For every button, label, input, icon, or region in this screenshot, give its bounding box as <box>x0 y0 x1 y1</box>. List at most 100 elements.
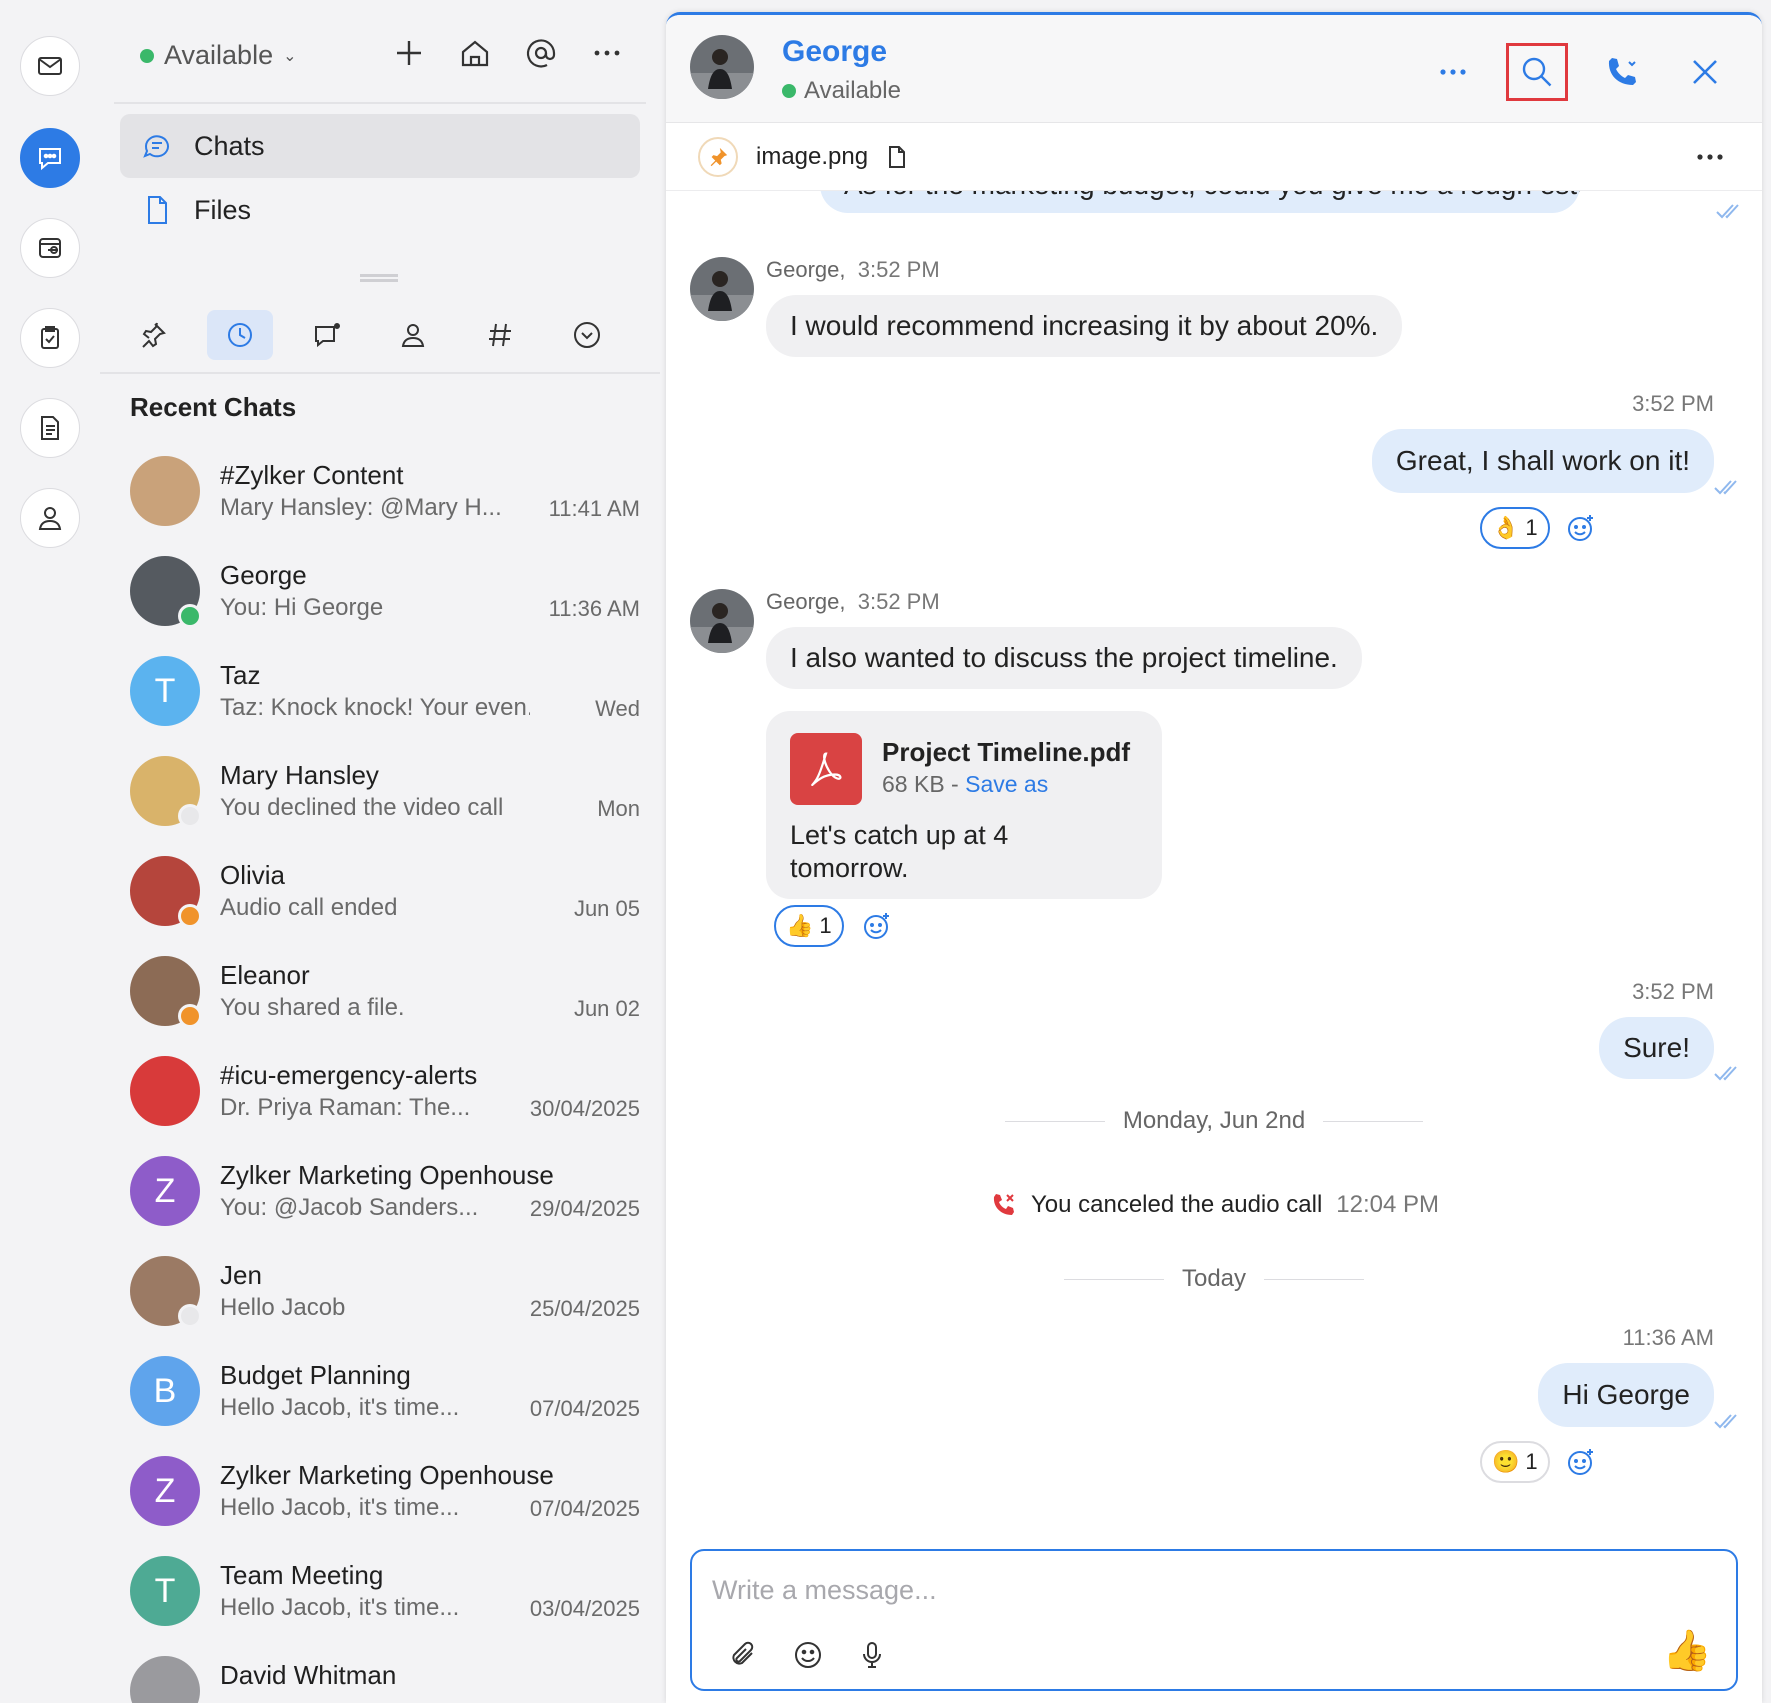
message-text: Great, I shall work on it! <box>1395 445 1690 476</box>
avatar <box>130 456 200 526</box>
presence-label: Available <box>164 40 274 70</box>
emoji-icon[interactable] <box>790 1637 826 1673</box>
message-sender: George, <box>766 589 846 614</box>
avatar: Z <box>130 1156 200 1226</box>
file-attachment[interactable]: Project Timeline.pdf 68 KB - Save as Let… <box>766 711 1162 899</box>
pinned-more-icon[interactable] <box>1690 139 1730 175</box>
read-receipt-icon <box>1714 480 1737 495</box>
mail-icon[interactable] <box>20 36 80 96</box>
message-meta: George, 3:52 PM <box>766 589 940 615</box>
chat-list-item[interactable]: George You: Hi George 11:36 AM <box>130 552 640 652</box>
pinned-bar[interactable]: image.png <box>666 123 1762 191</box>
presence-selector[interactable]: Available ⌄ <box>140 40 297 71</box>
chat-list-item[interactable]: #icu-emergency-alerts Dr. Priya Raman: Th… <box>130 1052 640 1152</box>
home-icon[interactable] <box>456 34 494 72</box>
chat-list-item[interactable]: David Whitman <box>130 1652 640 1703</box>
chat-name: Jen <box>220 1260 262 1290</box>
chat-name: Mary Hansley <box>220 760 379 790</box>
call-event-text: You canceled the audio call <box>1030 1191 1323 1218</box>
chat-time: 07/04/2025 <box>529 1396 640 1421</box>
reaction-chip[interactable]: 👌 1 <box>1480 507 1550 549</box>
reaction-chip[interactable]: 👍 1 <box>774 905 844 947</box>
chat-list-item[interactable]: Eleanor You shared a file. Jun 02 <box>130 952 640 1052</box>
attachment-icon[interactable] <box>726 1637 762 1673</box>
chat-name: Eleanor <box>220 960 310 990</box>
filter-recent[interactable] <box>206 310 274 360</box>
file-separator: - <box>944 771 966 797</box>
chat-preview: Mary Hansley: @Mary H... <box>220 494 502 521</box>
message-text: I would recommend increasing it by about… <box>790 310 1379 341</box>
reaction-chip[interactable]: 🙂 1 <box>1480 1441 1550 1483</box>
more-icon[interactable] <box>588 34 626 72</box>
thread-icon <box>314 323 340 348</box>
avatar[interactable] <box>690 35 754 99</box>
tasks-icon[interactable] <box>20 308 80 368</box>
chat-list-item[interactable]: Jen Hello Jacob 25/04/2025 <box>130 1252 640 1352</box>
chat-time: 11:41 AM <box>548 496 640 521</box>
reaction-emoji: 👍 <box>786 913 814 938</box>
chat-contact-name[interactable]: George <box>782 35 887 69</box>
reaction-emoji: 👌 <box>1492 515 1520 540</box>
chat-list-item[interactable]: #Zylker Content Mary Hansley: @Mary H... 1… <box>130 452 640 552</box>
add-reaction-icon[interactable] <box>1566 1447 1596 1477</box>
save-as-link[interactable]: Save as <box>965 771 1048 797</box>
more-options-icon[interactable] <box>1422 43 1484 101</box>
avatar: T <box>130 1556 200 1626</box>
nav-chats[interactable]: Chats <box>120 114 640 178</box>
filter-contacts[interactable] <box>380 310 447 360</box>
chat-preview: You: @Jacob Sanders... <box>220 1194 479 1221</box>
chat-list: #Zylker Content Mary Hansley: @Mary H... 1… <box>130 452 640 1703</box>
divider <box>114 102 646 104</box>
add-icon[interactable] <box>390 34 428 72</box>
add-reaction-icon[interactable] <box>862 911 892 941</box>
chat-preview: You declined the video call <box>220 794 504 821</box>
chat-time: Wed <box>595 696 640 721</box>
filter-threads[interactable] <box>293 310 360 360</box>
contacts-icon[interactable] <box>20 488 80 548</box>
chat-time: 07/04/2025 <box>529 1496 640 1521</box>
chat-name: Team Meeting <box>220 1560 384 1590</box>
close-icon[interactable] <box>1674 43 1736 101</box>
read-receipt-icon <box>1714 1066 1737 1081</box>
chat-name: #icu-emergency-alerts <box>220 1060 478 1090</box>
filter-channels[interactable] <box>467 310 534 360</box>
message-bubble: I also wanted to discuss the project tim… <box>766 627 1362 689</box>
avatar <box>690 257 754 321</box>
inbox-icon[interactable] <box>20 218 80 278</box>
missed-call-icon <box>993 1194 1014 1215</box>
message-time: 3:52 PM <box>1632 979 1714 1004</box>
chat-list-item[interactable]: Z Zylker Marketing Openhouse You: @Jacob S… <box>130 1152 640 1252</box>
resize-handle[interactable] <box>360 274 398 282</box>
filter-pinned[interactable] <box>120 310 187 360</box>
add-reaction-icon[interactable] <box>1566 513 1596 543</box>
chat-icon[interactable] <box>20 128 80 188</box>
chat-list-item[interactable]: Z Zylker Marketing Openhouse Hello Jacob, … <box>130 1452 640 1552</box>
message-input[interactable] <box>712 1567 1672 1613</box>
phone-icon[interactable] <box>1590 43 1652 101</box>
chat-list-item[interactable]: T Team Meeting Hello Jacob, it's time... 03… <box>130 1552 640 1652</box>
avatar: T <box>130 656 200 726</box>
chat-list-item[interactable]: Olivia Audio call ended Jun 05 <box>130 852 640 952</box>
file-icon <box>148 196 167 224</box>
reaction-count: 1 <box>819 913 832 938</box>
search-icon[interactable] <box>1506 43 1568 101</box>
chevron-circle-icon <box>573 322 600 348</box>
notes-icon[interactable] <box>20 398 80 458</box>
chat-list-item[interactable]: B Budget Planning Hello Jacob, it's time..… <box>130 1352 640 1452</box>
file-name: Project Timeline.pdf <box>882 737 1131 767</box>
filter-more[interactable] <box>553 310 620 360</box>
thumbs-up-send-icon[interactable]: 👍 <box>1662 1627 1712 1674</box>
chat-list-item[interactable]: Mary Hansley You declined the video call M… <box>130 752 640 852</box>
microphone-icon[interactable] <box>854 1637 890 1673</box>
chat-name: Zylker Marketing Openhouse <box>220 1460 554 1490</box>
message-text: Hi George <box>1562 1379 1690 1410</box>
file-caption: Let's catch up at 4 tomorrow. <box>790 820 1009 883</box>
file-meta: 68 KB - Save as <box>882 771 1048 798</box>
chat-list-item[interactable]: T Taz Taz: Knock knock! Your even... Wed <box>130 652 640 752</box>
chat-time: Mon <box>597 796 640 821</box>
nav-files[interactable]: Files <box>120 178 640 242</box>
clock-icon <box>228 323 252 347</box>
chat-preview: Audio call ended <box>220 894 398 921</box>
message-time: 3:52 PM <box>857 257 940 282</box>
mention-icon[interactable] <box>522 34 560 72</box>
